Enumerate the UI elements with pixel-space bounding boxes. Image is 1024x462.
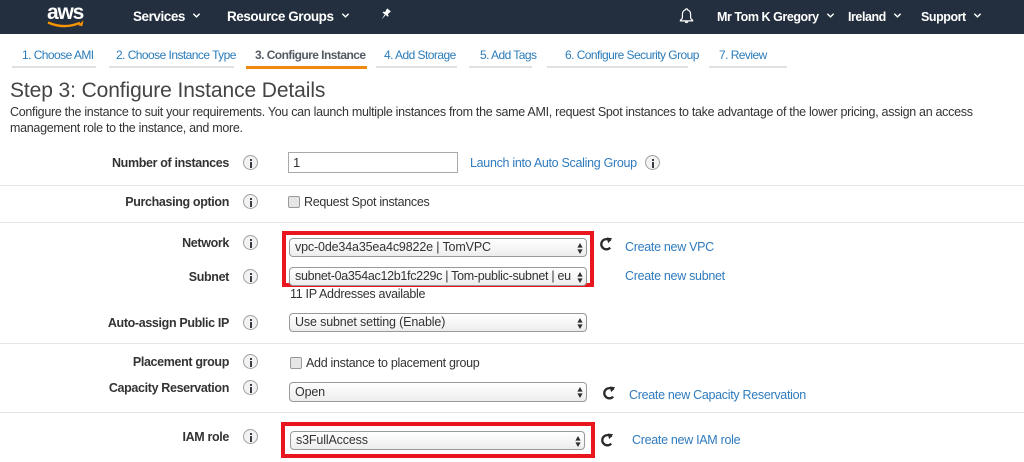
- svg-text:aws: aws: [47, 3, 84, 24]
